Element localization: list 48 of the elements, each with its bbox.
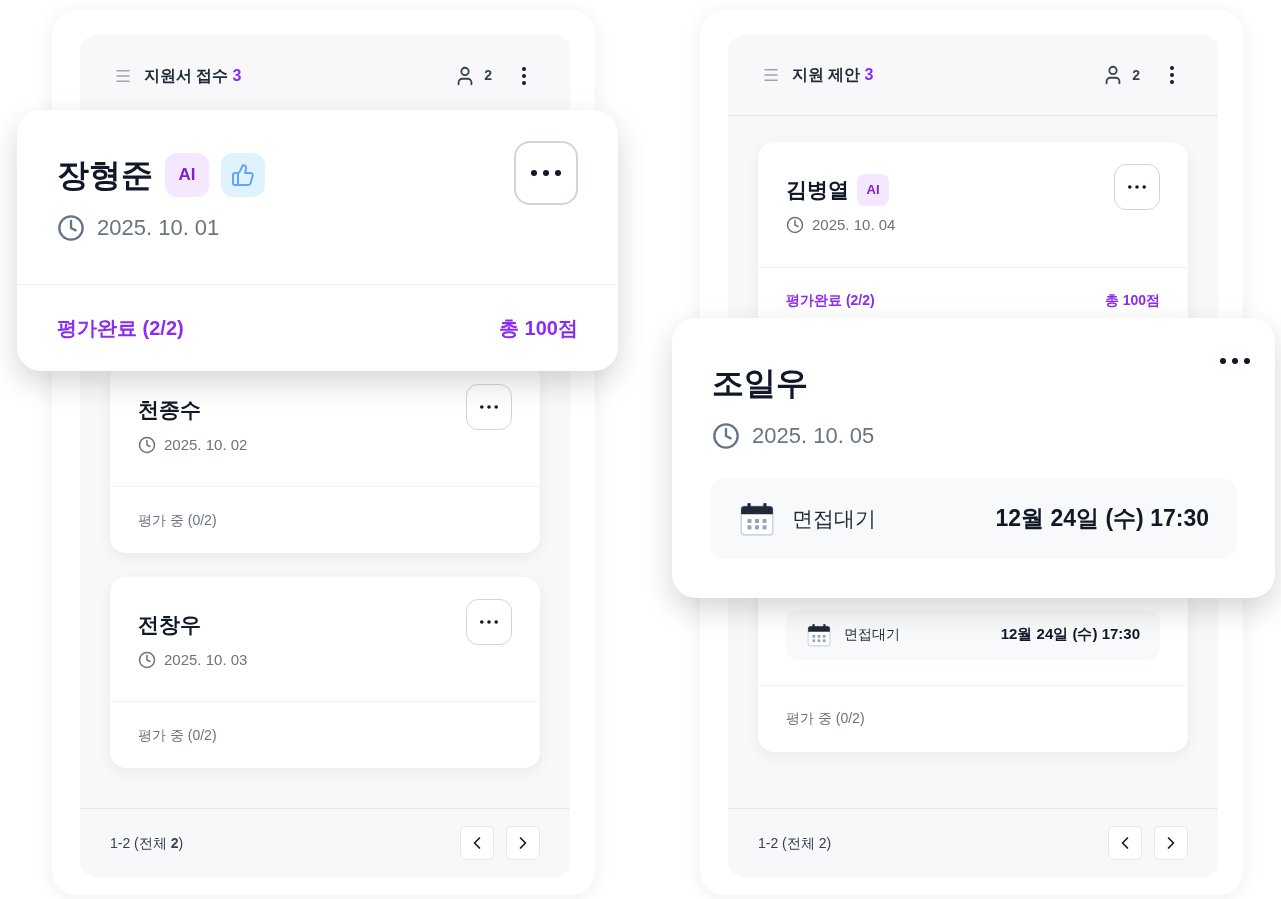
interview-status: 면접대기	[844, 625, 900, 644]
ai-badge: AI	[165, 153, 209, 197]
interview-time: 12월 24일 (수) 17:30	[995, 504, 1209, 534]
previous-page-button[interactable]	[1108, 826, 1142, 860]
applied-date: 2025. 10. 05	[752, 422, 875, 450]
applicant-name: 김병열	[786, 177, 849, 204]
interview-time: 12월 24일 (수) 17:30	[1000, 624, 1140, 645]
more-icon	[480, 620, 498, 624]
menu-icon[interactable]	[762, 66, 780, 84]
total-score: 총 100점	[499, 316, 578, 341]
applied-date: 2025. 10. 02	[164, 434, 248, 455]
column-count: 3	[232, 65, 242, 86]
more-icon	[1128, 185, 1146, 189]
member-count: 2	[1132, 65, 1140, 85]
clock-icon	[786, 216, 804, 235]
evaluation-status: 평가완료 (2/2)	[786, 291, 875, 310]
evaluation-status: 평가완료 (2/2)	[57, 316, 184, 341]
applied-date: 2025. 10. 01	[97, 214, 220, 242]
applicant-name: 전창우	[138, 612, 201, 638]
column-title: 지원 제안	[792, 65, 861, 85]
more-icon	[531, 170, 561, 176]
next-page-button[interactable]	[1154, 826, 1188, 860]
column-count: 3	[864, 65, 874, 85]
pagination-summary: 1-2 (전체 2)	[758, 833, 832, 853]
more-icon	[480, 405, 498, 409]
applicant-name: 조일우	[712, 364, 808, 403]
member-count: 2	[484, 66, 492, 85]
total-score: 총 100점	[1104, 291, 1160, 310]
calendar-icon	[806, 621, 832, 648]
clock-icon	[712, 421, 740, 450]
applied-date: 2025. 10. 03	[164, 649, 248, 670]
evaluation-status: 평가 중 (0/2)	[138, 510, 217, 530]
column-title: 지원서 접수	[144, 65, 229, 86]
previous-page-button[interactable]	[460, 826, 494, 860]
thumbs-up-icon	[231, 163, 255, 187]
interview-status: 면접대기	[792, 505, 876, 532]
applicant-name: 장형준	[57, 156, 153, 195]
evaluation-status: 평가 중 (0/2)	[138, 725, 217, 745]
clock-icon	[57, 213, 85, 242]
applied-date: 2025. 10. 04	[812, 215, 896, 235]
ai-badge: AI	[857, 174, 889, 206]
clock-icon	[138, 435, 156, 454]
pagination-summary: 1-2 (전체 2)	[110, 833, 184, 853]
evaluation-status: 평가 중 (0/2)	[786, 709, 865, 728]
next-page-button[interactable]	[506, 826, 540, 860]
applicant-name: 천종수	[138, 397, 201, 423]
clock-icon	[138, 650, 156, 669]
more-icon	[1220, 358, 1250, 364]
